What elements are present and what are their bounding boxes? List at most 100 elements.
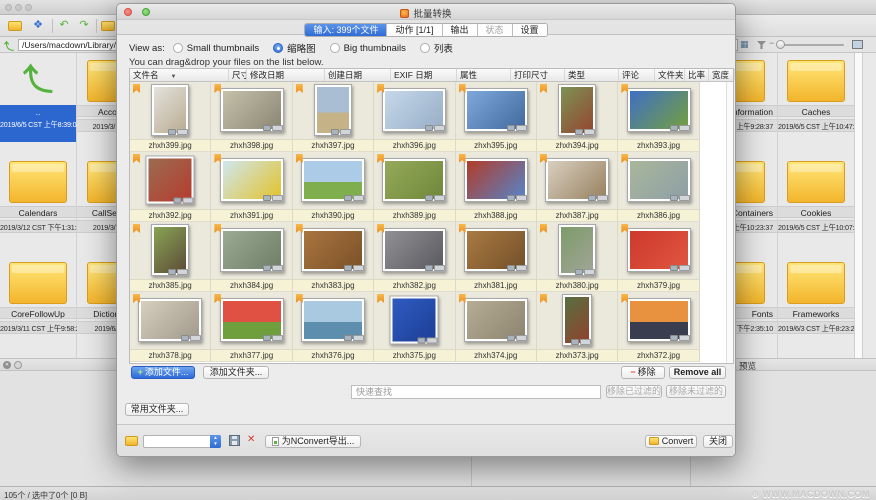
convert-button[interactable]: Convert [645, 435, 697, 448]
undo-icon[interactable]: ↶ [56, 18, 72, 33]
column-header-5[interactable]: 属性 [457, 69, 511, 81]
tab-4[interactable]: 设置 [513, 24, 547, 36]
remove-all-button[interactable]: Remove all [669, 366, 726, 379]
remove-filtered-button[interactable]: 移除已过滤的 [606, 385, 662, 398]
file-thumbnail-item[interactable]: zhxh375.jpg [374, 292, 455, 362]
file-thumbnail-item[interactable]: zhxh373.jpg [537, 292, 618, 362]
thumbnail-badges [507, 335, 527, 341]
file-thumbnail-item[interactable]: zhxh389.jpg [374, 152, 455, 222]
file-thumbnail-item[interactable]: zhxh374.jpg [456, 292, 537, 362]
tab-0[interactable]: 输入: 399个文件 [305, 24, 387, 36]
file-thumbnail-item[interactable]: zhxh378.jpg [130, 292, 211, 362]
column-header-11[interactable]: 宽度 [709, 69, 735, 81]
file-thumbnail-item[interactable]: zhxh396.jpg [374, 82, 455, 152]
folder-item[interactable]: Frameworks2019/6/3 CST 上午8:23:21 [778, 255, 854, 356]
list-scrollbar[interactable] [726, 82, 733, 363]
close-preview-icon[interactable]: ✕ [3, 361, 11, 369]
file-thumbnail-item[interactable]: zhxh379.jpg [618, 222, 699, 292]
folder-icon[interactable] [125, 436, 138, 446]
add-files-button[interactable]: +添加文件... [131, 366, 195, 379]
column-header-10[interactable]: 比率 [685, 69, 709, 81]
folder-item[interactable]: Caches2019/6/5 CST 上午10:47:04 [778, 53, 854, 154]
file-thumbnail-item[interactable]: zhxh385.jpg [130, 222, 211, 292]
file-thumbnail-item[interactable]: zhxh394.jpg [537, 82, 618, 152]
browse-folder-icon[interactable] [8, 21, 22, 31]
dragdrop-hint: You can drag&drop your files on the list… [129, 57, 324, 68]
file-thumbnail-item[interactable]: zhxh387.jpg [537, 152, 618, 222]
file-thumbnail-item[interactable]: zhxh382.jpg [374, 222, 455, 292]
metadata-badge [168, 269, 176, 275]
column-header-3[interactable]: 创建日期 [325, 69, 391, 81]
go-up-icon[interactable]: ⤴ [4, 38, 14, 53]
view-mode-icon[interactable]: ▦ [740, 39, 749, 50]
redo-icon[interactable]: ↷ [76, 18, 92, 33]
column-header-4[interactable]: EXIF 日期 [391, 69, 457, 81]
file-thumbnail-item[interactable]: zhxh393.jpg [618, 82, 699, 152]
radio-icon[interactable] [330, 43, 340, 53]
thumbnail-size-slider[interactable] [778, 44, 844, 46]
radio-icon[interactable] [420, 43, 430, 53]
favorite-folders-button[interactable]: 常用文件夹... [125, 403, 189, 416]
folder-item[interactable]: Cookies2019/6/5 CST 上午10:07:59 [778, 154, 854, 255]
file-thumbnail-item[interactable]: zhxh372.jpg [618, 292, 699, 362]
folder-item[interactable]: CoreFollowUp2019/3/11 CST 上午9:58:26 [0, 255, 76, 356]
slider-knob[interactable] [776, 40, 785, 49]
transform-icon[interactable]: ❖ [30, 18, 46, 33]
file-thumbnail-item[interactable]: zhxh390.jpg [293, 152, 374, 222]
view-as-option-0[interactable]: Small thumbnails [173, 41, 259, 55]
file-thumbnail-item[interactable]: zhxh397.jpg [293, 82, 374, 152]
flag-icon [296, 294, 303, 303]
radio-icon[interactable] [173, 43, 183, 53]
tab-2[interactable]: 输出 [443, 24, 478, 36]
file-thumbnail-item[interactable]: zhxh386.jpg [618, 152, 699, 222]
folder-item[interactable]: Calendars2019/3/12 CST 下午1:31:34 [0, 154, 76, 255]
preview-size-icon[interactable] [852, 40, 863, 49]
column-header-6[interactable]: 打印尺寸 [511, 69, 565, 81]
file-thumbnail-item[interactable]: zhxh380.jpg [537, 222, 618, 292]
view-as-option-2[interactable]: Big thumbnails [330, 41, 406, 55]
column-header-8[interactable]: 评论 [619, 69, 655, 81]
export-nconvert-button[interactable]: 为NConvert导出... [265, 435, 361, 448]
close-icon[interactable] [5, 4, 12, 11]
favorites-folder-icon[interactable] [101, 21, 115, 31]
file-thumbnail-item[interactable]: zhxh399.jpg [130, 82, 211, 152]
file-thumbnail-item[interactable]: zhxh391.jpg [211, 152, 292, 222]
zoom-icon[interactable] [25, 4, 32, 11]
zoom-out-icon[interactable]: − [769, 38, 774, 48]
refresh-preview-icon[interactable] [14, 361, 22, 369]
file-thumbnail-item[interactable]: zhxh377.jpg [211, 292, 292, 362]
filter-icon[interactable] [757, 41, 766, 49]
folder-item[interactable]: ⤴..2019/6/5 CST 上午8:39:04 [0, 53, 76, 154]
view-as-option-1[interactable]: 缩略图 [273, 41, 316, 55]
browser-scrollbar[interactable] [854, 53, 863, 358]
dialog-titlebar[interactable]: 批量转换 [117, 4, 735, 20]
tab-3[interactable]: 状态 [478, 24, 513, 36]
add-folder-button[interactable]: 添加文件夹... [203, 366, 269, 379]
quick-search-input[interactable] [351, 385, 601, 399]
delete-icon[interactable]: ✕ [247, 434, 255, 445]
preset-combobox[interactable]: ▲▼ [143, 435, 221, 448]
file-thumbnail-item[interactable]: zhxh395.jpg [456, 82, 537, 152]
stepper-icon[interactable]: ▲▼ [210, 435, 221, 448]
file-thumbnail-item[interactable]: zhxh388.jpg [456, 152, 537, 222]
file-thumbnail-item[interactable]: zhxh398.jpg [211, 82, 292, 152]
minimize-icon[interactable] [15, 4, 22, 11]
column-header-2[interactable]: 修改日期 [247, 69, 325, 81]
file-thumbnail-item[interactable]: zhxh383.jpg [293, 222, 374, 292]
close-button[interactable]: 关闭 [703, 435, 733, 448]
remove-button[interactable]: −移除 [621, 366, 665, 379]
file-thumbnail-item[interactable]: zhxh381.jpg [456, 222, 537, 292]
file-thumbnail-item[interactable]: zhxh384.jpg [211, 222, 292, 292]
tab-1[interactable]: 动作 [1/1] [387, 24, 442, 36]
file-thumbnail-item[interactable]: zhxh392.jpg [130, 152, 211, 222]
save-icon[interactable] [229, 435, 240, 446]
format-badge [340, 129, 351, 135]
column-header-1[interactable]: 尺寸 [229, 69, 247, 81]
column-header-9[interactable]: 文件夹 [655, 69, 685, 81]
column-header-0[interactable]: 文件名▼ [130, 69, 229, 81]
remove-unfiltered-button[interactable]: 移除未过滤的 [666, 385, 726, 398]
column-header-7[interactable]: 类型 [565, 69, 619, 81]
view-as-option-3[interactable]: 列表 [420, 41, 453, 55]
file-thumbnail-item[interactable]: zhxh376.jpg [293, 292, 374, 362]
radio-icon[interactable] [273, 43, 283, 53]
